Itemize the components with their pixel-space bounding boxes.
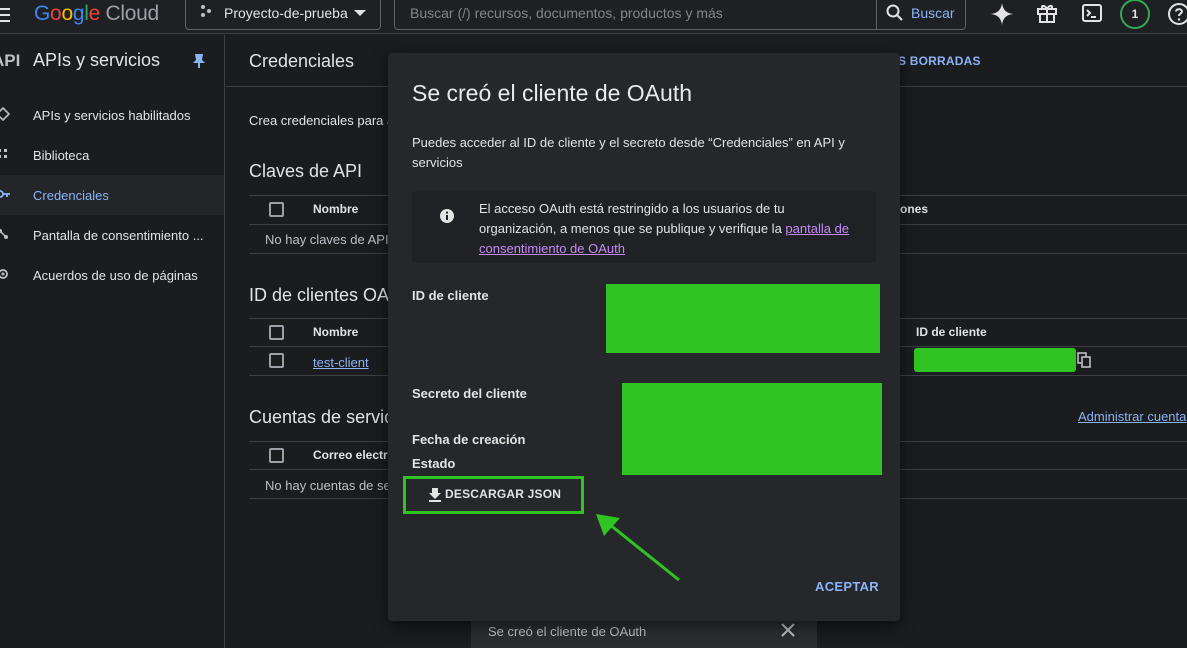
select-all-service-accounts-checkbox[interactable] [269, 448, 284, 463]
api-logo: API [0, 51, 21, 70]
sidebar-item-enabled-apis[interactable]: APIs y servicios habilitados [0, 95, 224, 135]
page-title: Credenciales [249, 51, 355, 71]
help-icon[interactable] [1167, 2, 1187, 26]
close-icon[interactable] [780, 622, 796, 641]
intro-text: Crea credenciales para a [249, 113, 395, 128]
sidebar-item-library[interactable]: Biblioteca [0, 135, 224, 175]
client-id-label: ID de cliente [412, 288, 489, 303]
manage-service-accounts-link[interactable]: Administrar cuenta [1078, 409, 1186, 424]
select-all-oauth-checkbox[interactable] [269, 325, 284, 340]
snackbar-message: Se creó el cliente de OAuth [488, 624, 647, 639]
select-all-api-keys-checkbox[interactable] [269, 202, 284, 217]
notifications-badge[interactable]: 1 [1120, 0, 1150, 29]
sidebar-item-consent-screen[interactable]: Pantalla de consentimiento ... [0, 215, 224, 255]
project-name: Proyecto-de-prueba [224, 4, 348, 21]
column-header-email[interactable]: Correo electró [313, 448, 395, 462]
info-icon [439, 208, 455, 227]
download-json-label: DESCARGAR JSON [445, 487, 562, 501]
redacted-client-secret-value [622, 383, 882, 475]
dialog-description: Puedes acceder al ID de cliente y el sec… [412, 135, 845, 170]
top-bar: Google Cloud Proyecto-de-prueba Buscar (… [0, 0, 1187, 34]
copy-icon[interactable] [1077, 352, 1091, 371]
key-icon [0, 187, 10, 201]
annotation-arrow-icon [590, 508, 685, 589]
sidebar-item-credentials[interactable]: Credenciales [0, 175, 224, 215]
library-icon [0, 147, 10, 161]
notice-text: El acceso OAuth está restringido a los u… [479, 199, 859, 259]
accept-button[interactable]: ACEPTAR [815, 579, 879, 594]
oauth-client-name-link[interactable]: test-client [313, 355, 369, 370]
main-menu-icon[interactable] [0, 8, 14, 24]
client-secret-label: Secreto del cliente [412, 386, 527, 401]
download-json-button[interactable]: DESCARGAR JSON [403, 476, 584, 514]
creation-date-label: Fecha de creación [412, 432, 526, 447]
cloud-shell-terminal-icon[interactable] [1081, 2, 1105, 26]
project-selector[interactable]: Proyecto-de-prueba [185, 0, 381, 30]
redacted-client-id [914, 348, 1076, 372]
sidebar-item-label: Acuerdos de uso de páginas [33, 268, 198, 283]
search-placeholder: Buscar (/) recursos, documentos, product… [410, 5, 723, 21]
sidebar-item-page-usage-agreements[interactable]: Acuerdos de uso de páginas [0, 255, 224, 295]
api-keys-empty-text: No hay claves de API [265, 232, 389, 247]
service-accounts-title: Cuentas de servic [249, 407, 394, 427]
gift-icon[interactable] [1036, 2, 1060, 26]
gemini-sparkle-icon[interactable] [990, 2, 1014, 26]
column-header-actions: ones [900, 202, 929, 216]
row-checkbox[interactable] [269, 353, 284, 368]
column-header-client-id[interactable]: ID de cliente [916, 325, 987, 339]
redacted-client-id-value [606, 284, 880, 353]
column-header-name[interactable]: Nombre [313, 202, 358, 216]
sidebar-title: APIs y servicios [33, 50, 161, 70]
pin-icon[interactable] [192, 53, 206, 72]
column-header-name[interactable]: Nombre [313, 325, 358, 339]
google-cloud-logo[interactable]: Google Cloud [34, 2, 159, 26]
sidebar-item-label: Biblioteca [33, 148, 90, 163]
notice-body: El acceso OAuth está restringido a los u… [479, 201, 786, 236]
apis-icon [0, 106, 11, 122]
dialog-title: Se creó el cliente de OAuth [412, 80, 692, 106]
sidebar-item-label: Credenciales [33, 188, 109, 203]
download-icon [429, 488, 441, 502]
api-keys-title: Claves de API [249, 161, 363, 181]
project-dots-icon [200, 4, 214, 21]
settings-icon [0, 267, 10, 281]
oauth-clients-title: ID de clientes OAu [249, 285, 400, 305]
sidebar-item-label: APIs y servicios habilitados [33, 108, 191, 123]
sidebar: API APIs y servicios APIs y servicios ha… [0, 35, 225, 648]
search-button-label: Buscar [911, 5, 955, 21]
consent-icon [0, 227, 10, 241]
search-icon [886, 4, 903, 21]
oauth-restriction-notice: El acceso OAuth está restringido a los u… [412, 191, 876, 263]
service-accounts-empty-text: No hay cuentas de se [265, 478, 391, 493]
chevron-down-icon [354, 10, 366, 16]
deleted-credentials-link[interactable]: S BORRADAS [898, 54, 981, 68]
sidebar-item-label: Pantalla de consentimiento ... [33, 228, 204, 243]
status-label: Estado [412, 456, 456, 471]
snackbar: Se creó el cliente de OAuth [471, 617, 817, 648]
search-button[interactable]: Buscar [876, 0, 966, 30]
sidebar-header: API APIs y servicios [0, 49, 225, 75]
